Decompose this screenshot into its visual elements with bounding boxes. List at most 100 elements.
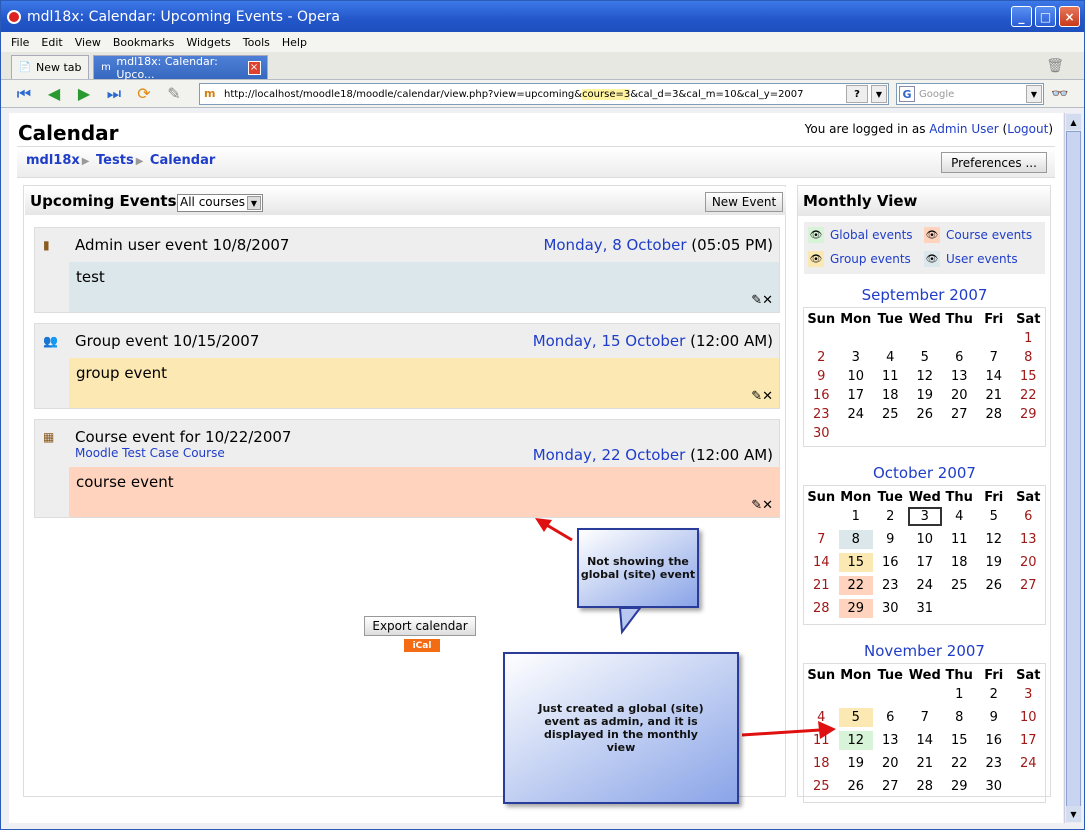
- address-dropdown-icon[interactable]: ▼: [871, 85, 887, 103]
- calendar-day[interactable]: 30: [873, 599, 908, 618]
- calendar-day[interactable]: 3: [1011, 685, 1046, 704]
- event-date-link[interactable]: Monday, 15 October: [533, 332, 686, 350]
- new-tab-button[interactable]: 📄 New tab: [11, 55, 89, 79]
- calendar-day[interactable]: 9: [977, 708, 1012, 727]
- calendar-day[interactable]: 18: [873, 386, 908, 405]
- calendar-day[interactable]: 26: [839, 777, 874, 796]
- menu-file[interactable]: File: [5, 36, 35, 49]
- calendar-day[interactable]: 6: [873, 708, 908, 727]
- calendar-day[interactable]: 4: [942, 507, 977, 526]
- calendar-day[interactable]: 29: [838, 599, 873, 618]
- trash-icon[interactable]: 🗑: [1046, 58, 1064, 74]
- calendar-day[interactable]: 14: [977, 367, 1012, 386]
- calendar-day[interactable]: 29: [942, 777, 977, 796]
- delete-icon[interactable]: ✕: [762, 389, 773, 404]
- calendar-day[interactable]: 24: [908, 576, 943, 595]
- edit-icon[interactable]: ✎: [751, 389, 762, 404]
- preferences-button[interactable]: Preferences ...: [941, 152, 1047, 173]
- search-input[interactable]: G Google ▼: [896, 83, 1044, 105]
- calendar-day[interactable]: 17: [1011, 731, 1046, 750]
- address-field[interactable]: m http://localhost/moodle18/moodle/calen…: [199, 83, 889, 105]
- calendar-day[interactable]: 2: [977, 685, 1012, 704]
- delete-icon[interactable]: ✕: [762, 498, 773, 513]
- crumb-site[interactable]: mdl18x: [26, 153, 80, 168]
- calendar-day[interactable]: 16: [873, 553, 908, 572]
- minimize-button[interactable]: _: [1011, 6, 1032, 27]
- menu-widgets[interactable]: Widgets: [180, 36, 236, 49]
- glasses-icon[interactable]: 👓: [1051, 86, 1068, 102]
- calendar-day[interactable]: 11: [873, 367, 908, 386]
- calendar-day[interactable]: 5: [977, 507, 1012, 526]
- calendar-day[interactable]: 28: [977, 405, 1012, 424]
- calendar-day[interactable]: 11: [804, 731, 839, 750]
- menu-view[interactable]: View: [69, 36, 107, 49]
- edit-icon[interactable]: ✎: [751, 498, 762, 513]
- calendar-day[interactable]: 23: [804, 405, 839, 424]
- calendar-day[interactable]: 12: [838, 731, 873, 750]
- calendar-day[interactable]: 10: [908, 530, 943, 549]
- calendar-day[interactable]: 8: [838, 530, 873, 549]
- legend-user-label[interactable]: User events: [946, 252, 1018, 266]
- calendar-day[interactable]: 7: [908, 708, 943, 727]
- maximize-button[interactable]: □: [1035, 6, 1056, 27]
- legend-group[interactable]: 👁 Group events: [808, 251, 911, 267]
- calendar-day[interactable]: 7: [804, 530, 839, 549]
- calendar-day[interactable]: 6: [942, 348, 977, 367]
- calendar-day[interactable]: 15: [1011, 367, 1046, 386]
- calendar-day[interactable]: 19: [977, 553, 1012, 572]
- search-dropdown-icon[interactable]: ▼: [1026, 85, 1042, 103]
- calendar-day[interactable]: 10: [839, 367, 874, 386]
- menu-tools[interactable]: Tools: [237, 36, 276, 49]
- event-course-link[interactable]: Moodle Test Case Course: [75, 446, 225, 460]
- calendar-day[interactable]: 1: [942, 685, 977, 704]
- calendar-day[interactable]: 17: [908, 553, 943, 572]
- export-calendar-button[interactable]: Export calendar: [364, 616, 476, 636]
- vertical-scrollbar[interactable]: ▲ ▼: [1064, 113, 1082, 823]
- calendar-day[interactable]: 15: [942, 731, 977, 750]
- calendar-day[interactable]: 21: [908, 754, 943, 773]
- close-window-button[interactable]: ×: [1059, 6, 1080, 27]
- help-button[interactable]: ?: [846, 85, 868, 103]
- edit-icon[interactable]: ✎: [751, 293, 762, 308]
- calendar-day[interactable]: 2: [804, 348, 839, 367]
- calendar-day[interactable]: 25: [804, 777, 839, 796]
- legend-course[interactable]: 👁 Course events: [924, 227, 1032, 243]
- reload-icon[interactable]: ⟳: [131, 83, 157, 105]
- calendar-day[interactable]: 22: [942, 754, 977, 773]
- logout-link[interactable]: Logout: [1007, 122, 1048, 136]
- calendar-day[interactable]: 30: [804, 424, 839, 443]
- calendar-day[interactable]: 3: [839, 348, 874, 367]
- calendar-day[interactable]: 26: [977, 576, 1012, 595]
- calendar-day[interactable]: 12: [977, 530, 1012, 549]
- legend-global-label[interactable]: Global events: [830, 228, 913, 242]
- calendar-day[interactable]: 4: [873, 348, 908, 367]
- calendar-day[interactable]: 27: [942, 405, 977, 424]
- calendar-day[interactable]: 23: [977, 754, 1012, 773]
- calendar-day[interactable]: 4: [804, 708, 839, 727]
- calendar-day[interactable]: 20: [1011, 553, 1046, 572]
- scroll-down-icon[interactable]: ▼: [1066, 806, 1081, 822]
- menu-edit[interactable]: Edit: [35, 36, 68, 49]
- calendar-day[interactable]: 29: [1011, 405, 1046, 424]
- rewind-icon[interactable]: ⏮: [11, 83, 37, 105]
- calendar-day[interactable]: 6: [1011, 507, 1046, 526]
- calendar-day[interactable]: 31: [908, 599, 943, 618]
- tab-calendar[interactable]: m mdl18x: Calendar: Upco... ×: [92, 55, 268, 81]
- calendar-day[interactable]: 9: [804, 367, 839, 386]
- delete-icon[interactable]: ✕: [762, 293, 773, 308]
- crumb-course[interactable]: Tests: [96, 153, 134, 168]
- calendar-day[interactable]: 5: [838, 708, 873, 727]
- menu-help[interactable]: Help: [276, 36, 313, 49]
- calendar-day[interactable]: 27: [1011, 576, 1046, 595]
- legend-course-label[interactable]: Course events: [946, 228, 1032, 242]
- calendar-day[interactable]: 10: [1011, 708, 1046, 727]
- calendar-day[interactable]: 13: [873, 731, 908, 750]
- crumb-calendar[interactable]: Calendar: [150, 153, 215, 168]
- calendar-day[interactable]: 18: [942, 553, 977, 572]
- new-event-button[interactable]: New Event: [705, 192, 783, 212]
- back-icon[interactable]: ◀: [41, 83, 67, 105]
- calendar-day[interactable]: 20: [942, 386, 977, 405]
- calendar-day[interactable]: 17: [839, 386, 874, 405]
- calendar-day[interactable]: 8: [942, 708, 977, 727]
- user-link[interactable]: Admin User: [929, 122, 998, 136]
